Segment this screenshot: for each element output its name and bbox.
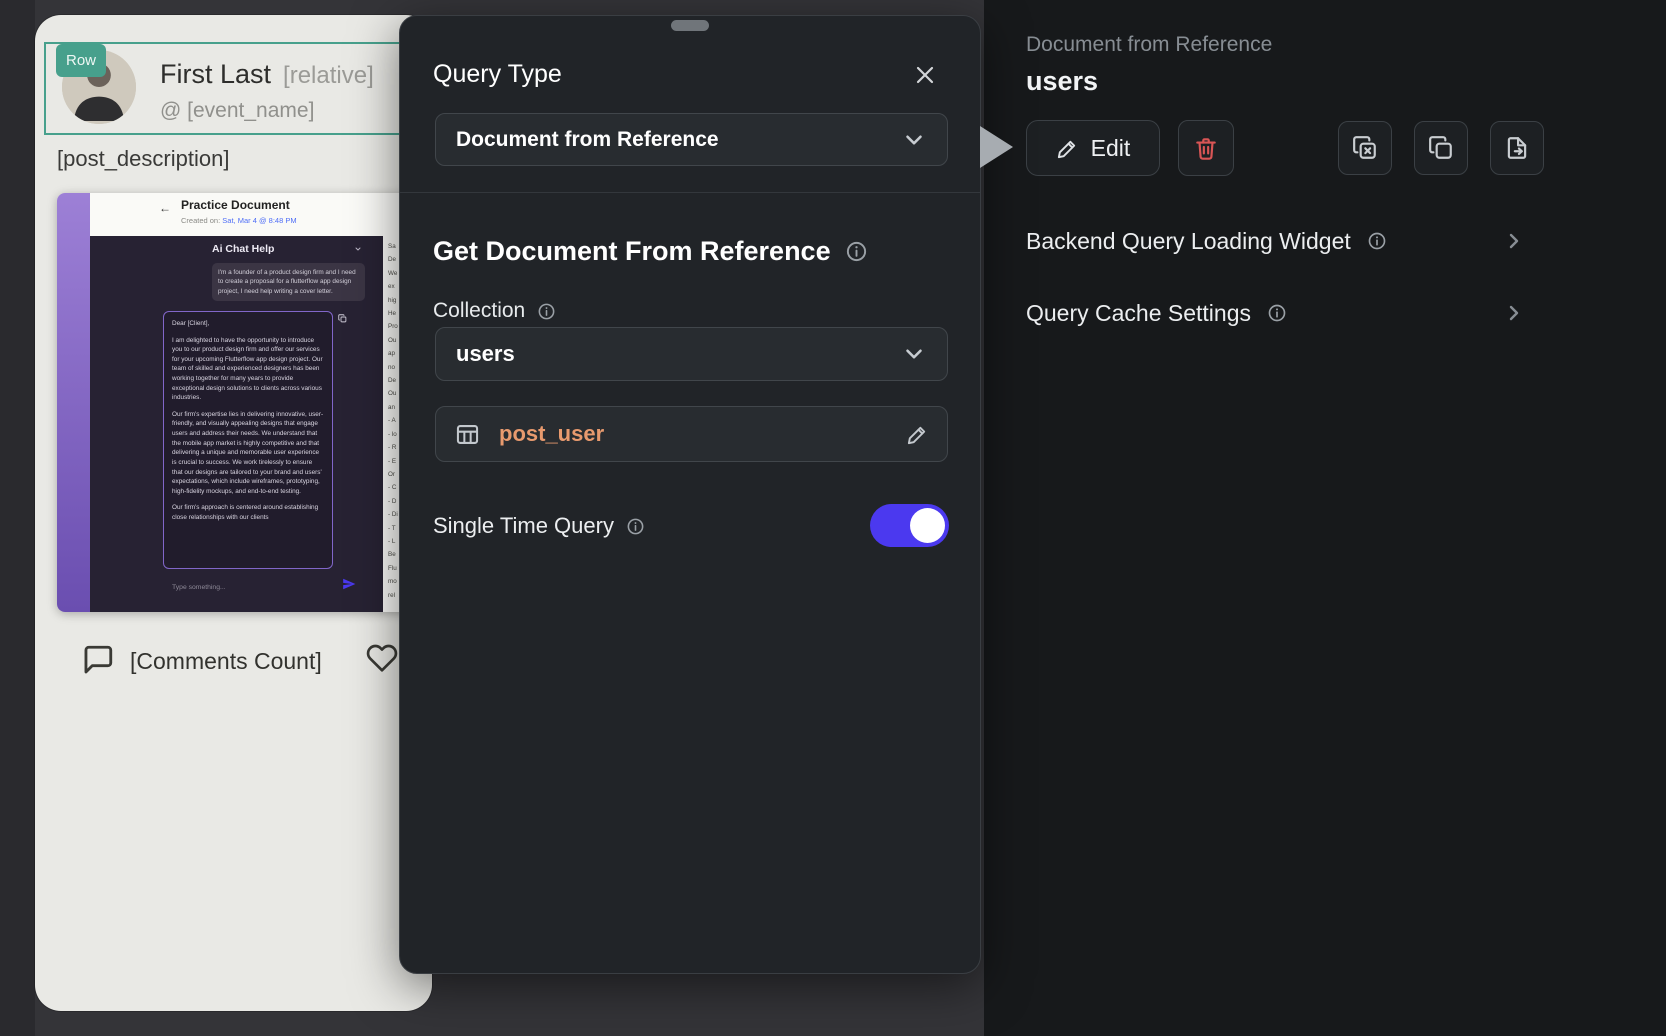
close-icon bbox=[916, 66, 934, 84]
chevron-down-icon bbox=[354, 245, 362, 253]
document-preview-widget[interactable]: ← Practice Document Created on: Sat, Mar… bbox=[57, 193, 432, 612]
chat-user-message: I'm a founder of a product design firm a… bbox=[212, 263, 365, 301]
toggle-knob bbox=[910, 508, 945, 543]
edit-query-button[interactable]: Edit bbox=[1026, 120, 1160, 176]
send-icon bbox=[342, 577, 356, 591]
section-title: Get Document From Reference bbox=[433, 236, 831, 266]
modal-drag-handle[interactable] bbox=[671, 20, 709, 31]
copy-query-button[interactable] bbox=[1414, 121, 1468, 175]
single-time-query-row: Single Time Query bbox=[433, 513, 645, 539]
edit-button-label: Edit bbox=[1090, 134, 1131, 161]
comments-icon[interactable] bbox=[80, 643, 116, 677]
heart-icon[interactable] bbox=[365, 642, 399, 674]
row-label: Backend Query Loading Widget bbox=[1026, 227, 1351, 254]
modal-pointer-arrow bbox=[980, 126, 1013, 168]
canvas-left-gutter bbox=[0, 0, 35, 1036]
single-time-query-label: Single Time Query bbox=[433, 513, 614, 538]
selection-badge[interactable]: Row bbox=[56, 44, 106, 77]
single-time-query-toggle[interactable] bbox=[870, 504, 949, 547]
preview-purple-strip bbox=[57, 193, 90, 612]
remove-query-button[interactable] bbox=[1338, 121, 1392, 175]
chevron-down-icon bbox=[901, 341, 927, 367]
collection-dropdown[interactable]: users bbox=[435, 327, 948, 381]
query-cache-settings-row[interactable]: Query Cache Settings bbox=[1026, 289, 1526, 337]
chat-input-placeholder: Type something... bbox=[172, 584, 226, 591]
preview-doc-title: Practice Document bbox=[181, 198, 290, 212]
close-button[interactable] bbox=[904, 54, 946, 96]
pencil-icon bbox=[1056, 137, 1079, 160]
query-kind-subtitle: Document from Reference bbox=[1026, 33, 1273, 56]
reply-paragraph: Dear [Client], bbox=[172, 320, 210, 327]
collection-label: Collection bbox=[433, 299, 526, 322]
chevron-right-icon bbox=[1502, 301, 1526, 325]
phone-canvas[interactable]: Row First Last [relative] @ [event_name] … bbox=[35, 15, 432, 1011]
chat-reply-message: Dear [Client], I am delighted to have the… bbox=[163, 311, 333, 569]
reply-paragraph: Our firm's approach is centered around e… bbox=[172, 504, 319, 521]
reply-paragraph: I am delighted to have the opportunity t… bbox=[172, 336, 323, 402]
query-type-dropdown[interactable]: Document from Reference bbox=[435, 113, 948, 166]
info-icon[interactable] bbox=[845, 240, 868, 263]
delete-query-button[interactable] bbox=[1178, 120, 1234, 176]
section-heading: Get Document From Reference bbox=[433, 236, 868, 267]
preview-created-line: Created on: Sat, Mar 4 @ 8:48 PM bbox=[181, 216, 297, 225]
created-prefix: Created on: bbox=[181, 216, 223, 225]
collection-label-row: Collection bbox=[433, 299, 556, 323]
properties-panel: Document from Reference users Edit Backe… bbox=[984, 0, 1666, 1036]
copy-icon bbox=[1428, 135, 1454, 161]
paste-query-button[interactable] bbox=[1490, 121, 1544, 175]
info-icon[interactable] bbox=[537, 302, 556, 321]
table-icon bbox=[454, 421, 481, 448]
row-label: Query Cache Settings bbox=[1026, 299, 1252, 326]
info-icon[interactable] bbox=[1367, 231, 1387, 251]
chat-title: Ai Chat Help bbox=[212, 243, 275, 255]
query-type-modal: Query Type Document from Reference Get D… bbox=[399, 15, 981, 974]
edit-pencil-icon[interactable] bbox=[906, 423, 929, 446]
post-description[interactable]: [post_description] bbox=[57, 146, 229, 172]
trash-icon bbox=[1193, 135, 1219, 161]
chevron-down-icon bbox=[901, 127, 927, 153]
collection-value: users bbox=[456, 341, 515, 366]
info-icon[interactable] bbox=[626, 517, 645, 536]
query-type-value: Document from Reference bbox=[456, 127, 719, 151]
reference-value: post_user bbox=[499, 421, 605, 446]
reply-paragraph: Our firm's expertise lies in delivering … bbox=[172, 410, 324, 495]
info-icon[interactable] bbox=[1267, 303, 1287, 323]
square-x-copy-icon bbox=[1352, 135, 1378, 161]
modal-title: Query Type bbox=[433, 60, 562, 88]
chevron-right-icon bbox=[1502, 229, 1526, 253]
copy-icon bbox=[338, 314, 347, 323]
created-date: Sat, Mar 4 @ 8:48 PM bbox=[222, 216, 297, 225]
preview-chat-panel: Ai Chat Help I'm a founder of a product … bbox=[90, 236, 383, 612]
backend-query-loading-widget-row[interactable]: Backend Query Loading Widget bbox=[1026, 217, 1526, 265]
app-root: Row First Last [relative] @ [event_name] … bbox=[0, 0, 1666, 1036]
document-reference-field[interactable]: post_user bbox=[435, 406, 948, 462]
back-arrow-icon: ← bbox=[159, 201, 171, 215]
modal-divider bbox=[400, 192, 980, 193]
comments-count-label[interactable]: [Comments Count] bbox=[130, 648, 322, 675]
query-collection-title: users bbox=[1026, 66, 1099, 96]
paste-export-icon bbox=[1504, 135, 1530, 161]
